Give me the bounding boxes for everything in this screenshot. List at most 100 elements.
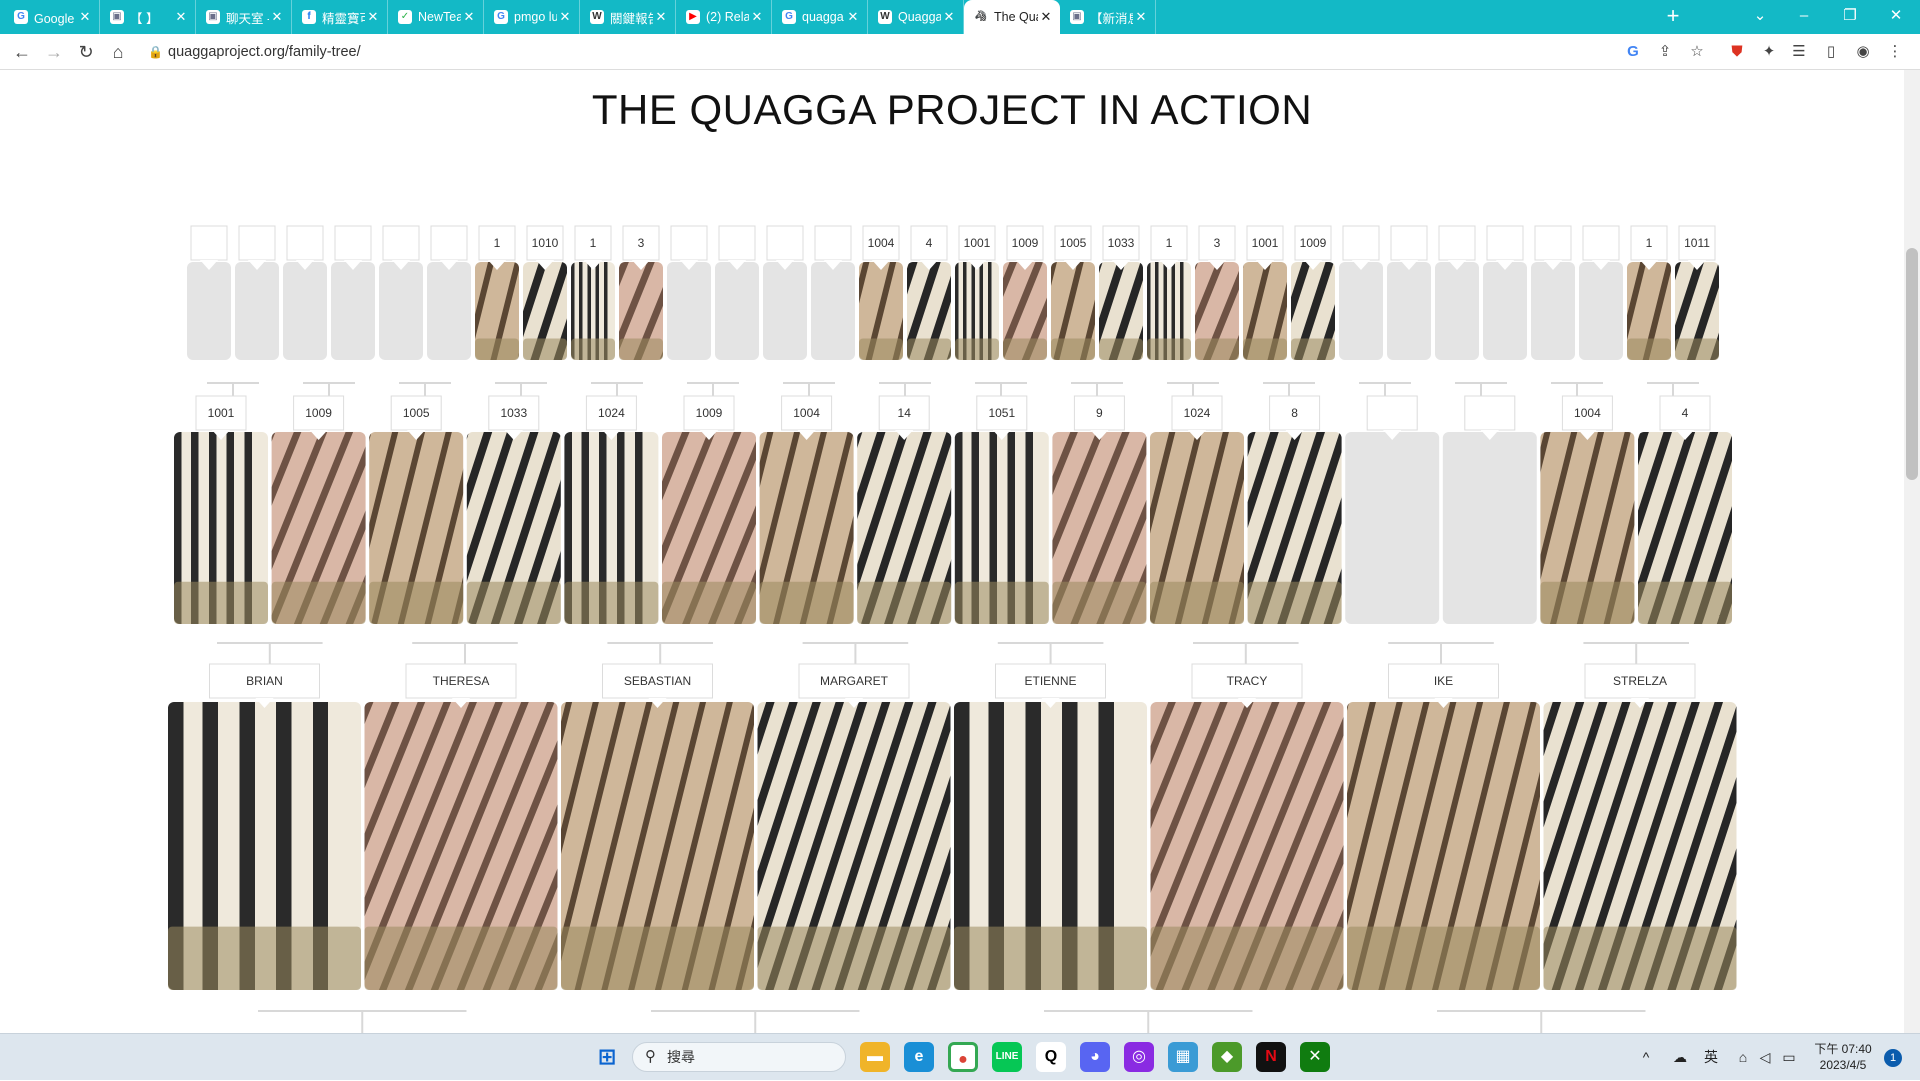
placeholder-photo[interactable]	[427, 262, 471, 360]
taskbar-search[interactable]: ⚲ 搜尋	[632, 1042, 846, 1072]
row2-cell[interactable]: 1024	[1150, 395, 1244, 624]
tray-chevron-icon[interactable]: ^	[1636, 1034, 1656, 1081]
row3-cell[interactable]: IKE	[1347, 663, 1540, 990]
row1-cell[interactable]: 1	[571, 225, 615, 360]
battery-icon[interactable]: ▭	[1778, 1034, 1800, 1081]
row1-cell[interactable]	[331, 225, 375, 360]
placeholder-photo[interactable]	[1339, 262, 1383, 360]
row3-cell[interactable]: BRIAN	[168, 663, 361, 990]
network-icon[interactable]: ⌂	[1732, 1034, 1754, 1081]
row1-cell[interactable]	[187, 225, 231, 360]
row2-cell[interactable]: 1009	[662, 395, 756, 624]
close-window-icon[interactable]: ✕	[1876, 0, 1916, 34]
placeholder-photo[interactable]	[667, 262, 711, 360]
placeholder-photo[interactable]	[1483, 262, 1527, 360]
row2-cell[interactable]: 1005	[369, 395, 464, 624]
row2-cell[interactable]: 1004	[759, 395, 854, 624]
onedrive-icon[interactable]: ☁	[1668, 1034, 1692, 1081]
volume-icon[interactable]: ◁	[1754, 1034, 1776, 1081]
start-windows-icon[interactable]: ⊞	[592, 1042, 622, 1072]
browser-tab-12[interactable]: ▣ 【新消息】亡✕	[1060, 0, 1156, 34]
row1-cell[interactable]: 1	[1627, 225, 1671, 360]
row2-cell[interactable]	[1442, 395, 1537, 624]
row1-cell[interactable]	[1483, 225, 1527, 360]
row2-cell[interactable]: 9	[1052, 395, 1147, 624]
row2-cell[interactable]: 8	[1247, 395, 1342, 624]
tab-close-icon[interactable]: ✕	[749, 9, 765, 25]
new-tab-button[interactable]: +	[1661, 0, 1685, 34]
tab-close-icon[interactable]: ✕	[557, 9, 573, 25]
row1-cell[interactable]: 1001	[955, 225, 999, 360]
row1-cell[interactable]	[763, 225, 807, 360]
row1-cell[interactable]	[811, 225, 855, 360]
row1-cell[interactable]: 1011	[1675, 225, 1719, 360]
row1-cell[interactable]	[715, 225, 759, 360]
discord-icon[interactable]: ◕	[1080, 1042, 1110, 1072]
placeholder-photo[interactable]	[715, 262, 759, 360]
row1-cell[interactable]: 1009	[1291, 225, 1335, 360]
placeholder-photo[interactable]	[1387, 262, 1431, 360]
bookmark-star-icon[interactable]: ☆	[1684, 34, 1710, 70]
clock[interactable]: 下午 07:40 2023/4/5	[1808, 1041, 1878, 1073]
placeholder-photo[interactable]	[1531, 262, 1575, 360]
profile-avatar-icon[interactable]: ◉	[1850, 34, 1876, 70]
browser-tab-8[interactable]: ▶ (2) Relax✕	[676, 0, 772, 34]
chrome-icon[interactable]: ●	[948, 1042, 978, 1072]
tab-close-icon[interactable]: ✕	[1038, 9, 1054, 25]
home-icon[interactable]: ⌂	[104, 34, 132, 70]
restore-icon[interactable]: ❐	[1830, 0, 1870, 34]
tab-close-icon[interactable]: ✕	[653, 9, 669, 25]
row1-cell[interactable]	[667, 225, 711, 360]
reload-icon[interactable]: ↻	[72, 34, 100, 70]
minimize-icon[interactable]: –	[1784, 0, 1824, 34]
row1-cell[interactable]	[1387, 225, 1431, 360]
row2-cell[interactable]: 1051	[954, 395, 1049, 624]
row2-cell[interactable]: 1033	[466, 395, 561, 624]
photos-icon[interactable]: ▦	[1168, 1042, 1198, 1072]
row1-cell[interactable]	[427, 225, 471, 360]
row2-cell[interactable]: 1001	[174, 395, 268, 624]
row2-cell[interactable]: 1004	[1540, 395, 1635, 624]
browser-tab-3[interactable]: ▣ 聊天室 - Drag✕	[196, 0, 292, 34]
browser-tab-2[interactable]: ▣ 【 】 ✕	[100, 0, 196, 34]
reading-list-icon[interactable]: ☰	[1786, 34, 1812, 70]
row1-cell[interactable]	[1339, 225, 1383, 360]
browser-tab-11[interactable]: 🦓 The Quagga✕	[964, 0, 1060, 34]
row1-cell[interactable]: 3	[619, 225, 663, 360]
side-panel-icon[interactable]: ▯	[1818, 34, 1844, 70]
row1-cell[interactable]	[1531, 225, 1575, 360]
tab-close-icon[interactable]: ✕	[461, 9, 477, 25]
forward-icon[interactable]: →	[40, 34, 68, 70]
scrollbar-thumb[interactable]	[1906, 248, 1918, 480]
row1-cell[interactable]: 1033	[1099, 225, 1143, 360]
row3-cell[interactable]: STRELZA	[1543, 663, 1737, 990]
row2-cell[interactable]	[1345, 395, 1440, 624]
tab-close-icon[interactable]: ✕	[1133, 9, 1149, 25]
tab-close-icon[interactable]: ✕	[269, 9, 285, 25]
placeholder-photo[interactable]	[235, 262, 279, 360]
row2-cell[interactable]: 14	[857, 395, 952, 624]
row1-cell[interactable]	[379, 225, 423, 360]
row1-cell[interactable]	[235, 225, 279, 360]
ime-indicator[interactable]: 英	[1700, 1034, 1722, 1081]
placeholder-photo[interactable]	[1442, 432, 1537, 624]
row1-cell[interactable]: 1005	[1051, 225, 1095, 360]
tab-close-icon[interactable]: ✕	[77, 9, 93, 25]
placeholder-photo[interactable]	[1345, 432, 1440, 624]
file-explorer-icon[interactable]: ▬	[860, 1042, 890, 1072]
tab-close-icon[interactable]: ✕	[845, 9, 861, 25]
row1-cell[interactable]	[283, 225, 327, 360]
xbox-icon[interactable]: ✕	[1300, 1042, 1330, 1072]
row3-cell[interactable]: THERESA	[364, 663, 558, 990]
placeholder-photo[interactable]	[283, 262, 327, 360]
tab-close-icon[interactable]: ✕	[365, 9, 381, 25]
row3-cell[interactable]: MARGARET	[757, 663, 951, 990]
vertical-scrollbar[interactable]	[1904, 70, 1920, 1033]
browser-tab-10[interactable]: W Quagga Proje✕	[868, 0, 964, 34]
row1-cell[interactable]: 1	[475, 225, 519, 360]
netflix-icon[interactable]: N	[1256, 1042, 1286, 1072]
row2-cell[interactable]: 4	[1638, 395, 1732, 624]
browser-tab-7[interactable]: W 關鍵報告 (電影)✕	[580, 0, 676, 34]
extensions-puzzle-icon[interactable]: ✦	[1756, 34, 1782, 70]
qq-penguin-icon[interactable]: Q	[1036, 1042, 1066, 1072]
